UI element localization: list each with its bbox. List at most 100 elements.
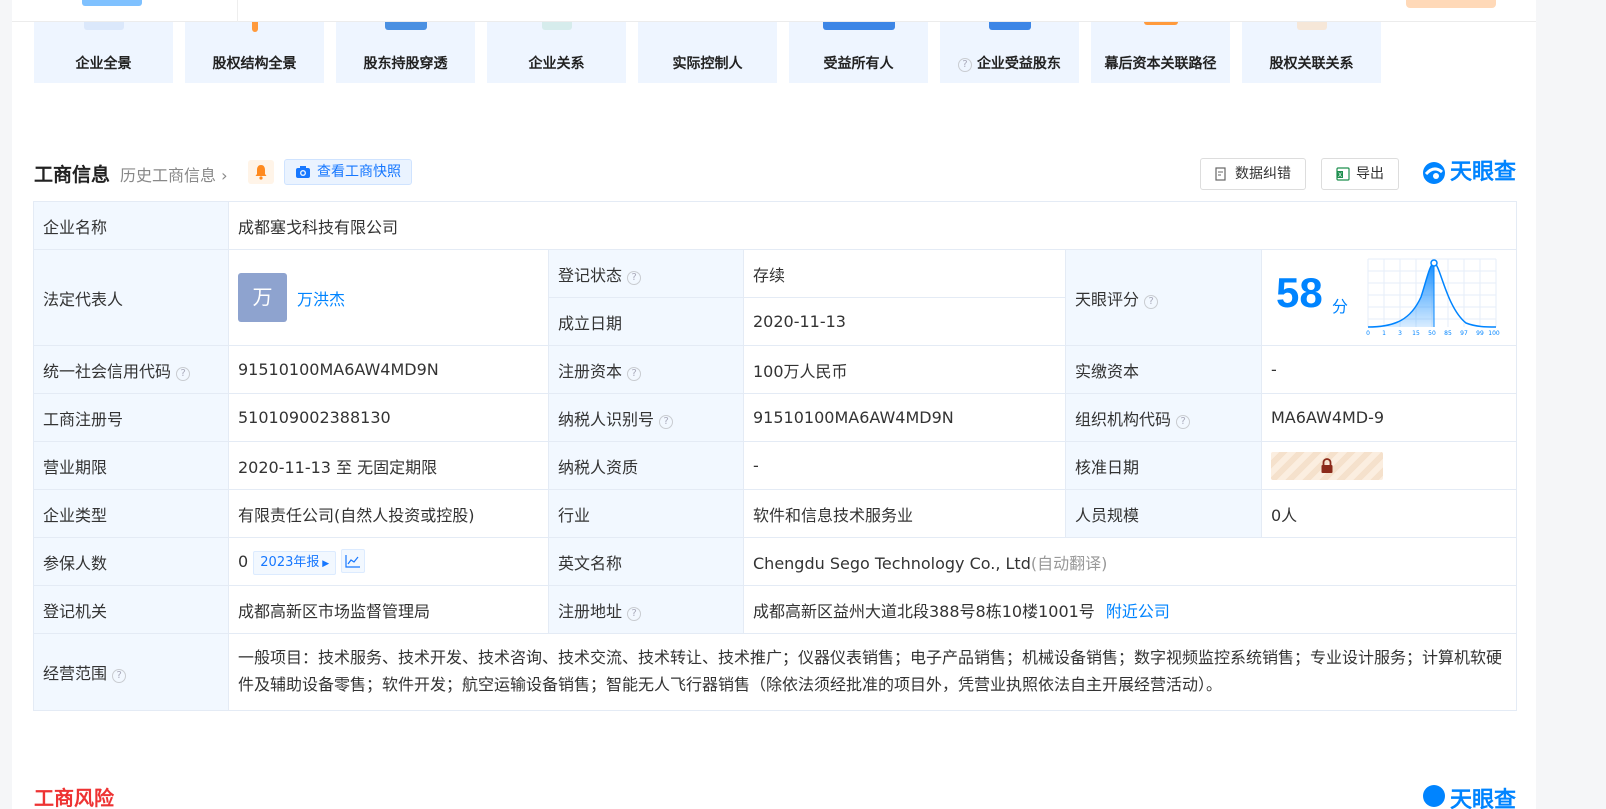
tile-beneficial-shareholder[interactable]: ? 企业受益股东 [940, 22, 1079, 83]
tile-label: 企业全景 [75, 56, 132, 72]
credit-code: 91510100MA6AW4MD9N [228, 345, 549, 394]
history-info-link[interactable]: 历史工商信息 › [120, 162, 228, 186]
registered-address: 成都高新区益州大道北段388号8栋10楼1001号 [753, 601, 1095, 621]
bell-icon [255, 165, 267, 180]
org-code-label: 组织机构代码 ? [1065, 393, 1262, 442]
industry: 软件和信息技术服务业 [743, 489, 1066, 538]
trend-chart-button[interactable] [341, 548, 366, 573]
tile-shareholder-penetration[interactable]: 股东持股穿透 [336, 22, 475, 83]
table-row: 登记机关 成都高新区市场监督管理局 注册地址 ? 成都高新区益州大道北段388号… [33, 585, 1518, 634]
table-row: 参保人数 0 2023年报 ▶ 英文名称 Chengdu Sego Techno… [33, 537, 1518, 586]
tile-thumbnail [1296, 22, 1327, 30]
score-tick: 0 [1366, 330, 1370, 337]
score-label-text: 天眼评分 [1075, 289, 1140, 309]
reg-status-label: 登记状态 ? [548, 249, 744, 298]
annual-report-button[interactable]: 2023年报 ▶ [253, 550, 337, 575]
approve-date-label: 核准日期 [1065, 441, 1262, 490]
help-icon[interactable]: ? [1144, 294, 1159, 309]
taxpayer-id-label: 纳税人识别号 ? [548, 393, 744, 442]
legal-rep-link[interactable]: 万洪杰 [297, 286, 345, 310]
staff-label: 人员规模 [1065, 489, 1262, 538]
eye-logo-icon [1422, 162, 1445, 184]
status-badge: 存续 [743, 249, 1066, 298]
snapshot-button[interactable]: 查看工商快照 [284, 159, 412, 185]
lock-icon [1321, 457, 1333, 473]
registration-authority: 成都高新区市场监督管理局 [228, 585, 549, 634]
help-icon[interactable]: ? [1176, 414, 1191, 429]
staff-size: 0人 [1260, 489, 1518, 538]
score-value: 58 [1276, 268, 1323, 316]
tile-label: 实际控制人 [672, 56, 743, 72]
avatar[interactable]: 万 [238, 273, 287, 322]
tile-capital-path[interactable]: 幕后资本关联路径 [1091, 22, 1230, 83]
subscribe-button[interactable] [248, 160, 274, 184]
tile-actual-controller[interactable]: 实际控制人 [638, 22, 777, 83]
tile-equity-structure[interactable]: 股权结构全景 [185, 22, 324, 83]
reg-capital-label: 注册资本 ? [548, 345, 744, 394]
caret-right-icon: ▶ [319, 558, 330, 569]
reg-capital: 100万人民币 [743, 345, 1066, 394]
taxpayer-id: 91510100MA6AW4MD9N [743, 393, 1066, 442]
score-tick: 1 [1382, 330, 1386, 337]
address-label-text: 注册地址 [558, 601, 623, 621]
brand-text: 天眼查 [1449, 160, 1516, 185]
tab-more[interactable] [1406, 0, 1496, 8]
address-label: 注册地址 ? [548, 585, 744, 634]
table-row: 统一社会信用代码 ? 91510100MA6AW4MD9N 注册资本 ? 100… [33, 345, 1518, 394]
help-icon[interactable]: ? [958, 58, 973, 72]
english-name-cell: Chengdu Sego Technology Co., Ltd(自动翻译) [742, 537, 1518, 586]
tab-basic-info[interactable] [32, 0, 238, 22]
tile-label: ? 企业受益股东 [940, 53, 1079, 73]
tile-thumbnail [384, 22, 427, 30]
insured-cell: 0 2023年报 ▶ [228, 537, 549, 586]
tile-thumbnail [541, 22, 572, 30]
tile-enterprise-panorama[interactable]: 企业全景 [34, 22, 173, 83]
tile-equity-relations[interactable]: 股权关联关系 [1242, 22, 1381, 83]
reg-status-label-text: 登记状态 [558, 265, 623, 285]
tile-thumbnail [83, 22, 124, 30]
svg-text:X: X [1338, 172, 1342, 179]
score-tick: 97 [1460, 330, 1468, 337]
data-correction-button[interactable]: 数据纠错 [1200, 158, 1306, 190]
score-unit: 分 [1332, 296, 1349, 316]
company-type: 有限责任公司(自然人投资或控股) [228, 489, 549, 538]
tile-enterprise-relations[interactable]: 企业关系 [487, 22, 626, 83]
scope-label-text: 经营范围 [43, 664, 108, 683]
help-icon[interactable]: ? [627, 606, 642, 621]
risk-section-title: 工商风险 [34, 786, 114, 809]
paid-capital-label: 实缴资本 [1065, 345, 1262, 394]
tianyancha-logo: 天眼查 [1422, 158, 1516, 188]
reg-no-label: 工商注册号 [33, 393, 229, 442]
help-icon[interactable]: ? [627, 270, 642, 285]
table-row: 工商注册号 510109002388130 纳税人识别号 ? 91510100M… [33, 393, 1518, 442]
help-icon[interactable]: ? [627, 366, 642, 381]
taxpayer-id-label-text: 纳税人识别号 [558, 409, 655, 429]
score-tick: 99 [1476, 330, 1484, 337]
org-code-label-text: 组织机构代码 [1075, 409, 1172, 429]
tile-beneficial-owner[interactable]: 受益所有人 [789, 22, 928, 83]
section-header: 工商信息 历史工商信息 › 查看工商快照 数据纠错 X 导出 天眼查 [34, 158, 1516, 190]
score-tick: 15 [1412, 330, 1420, 337]
score-cell[interactable]: 58 分 0 1 3 15 50 85 97 99 100 [1260, 249, 1518, 346]
locked-value[interactable] [1271, 451, 1383, 480]
export-button[interactable]: X 导出 [1321, 158, 1399, 190]
nearby-companies-link[interactable]: 附近公司 [1106, 602, 1170, 621]
help-icon[interactable]: ? [659, 414, 674, 429]
help-icon[interactable]: ? [112, 669, 127, 683]
annual-report-label: 2023年报 [260, 554, 320, 570]
approve-date-cell [1260, 441, 1518, 490]
score-distribution-chart: 0 1 3 15 50 85 97 99 100 [1366, 258, 1500, 337]
help-icon[interactable]: ? [176, 366, 191, 381]
excel-icon: X [1336, 167, 1350, 181]
tile-thumbnail [1143, 22, 1178, 25]
eye-logo-icon [1422, 785, 1445, 807]
legal-rep-cell: 万万洪杰 [228, 249, 549, 346]
insured-label: 参保人数 [33, 537, 229, 586]
tile-label: 幕后资本关联路径 [1104, 56, 1217, 72]
paid-capital: - [1260, 345, 1518, 394]
taxpayer-qual-label: 纳税人资质 [548, 441, 744, 490]
snapshot-label: 查看工商快照 [317, 164, 401, 180]
type-label: 企业类型 [33, 489, 229, 538]
export-label: 导出 [1356, 166, 1384, 182]
business-term: 2020-11-13 至 无固定期限 [228, 441, 549, 490]
